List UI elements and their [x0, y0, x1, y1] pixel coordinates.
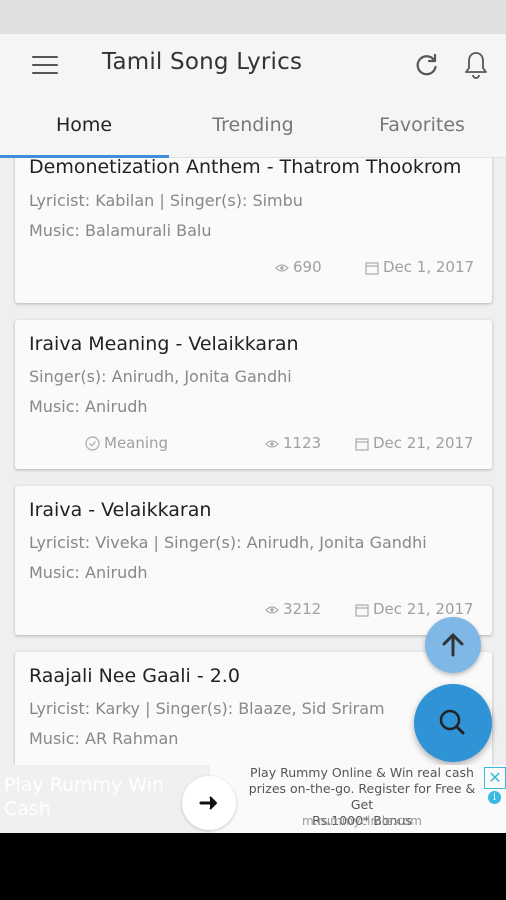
meaning-badge: Meaning — [85, 434, 168, 452]
ad-close-button[interactable]: ✕ — [484, 767, 506, 789]
publish-date: Dec 21, 2017 — [355, 600, 474, 618]
menu-icon[interactable] — [32, 56, 58, 76]
song-card[interactable]: Demonetization Anthem - Thatrom Thookrom… — [15, 158, 492, 303]
song-list[interactable]: Demonetization Anthem - Thatrom Thookrom… — [0, 158, 506, 765]
app-bar: Tamil Song Lyrics — [0, 34, 506, 98]
ad-banner[interactable]: Play Rummy Win Cash Play Rummy Online & … — [0, 765, 506, 833]
tab-home[interactable]: Home — [0, 114, 168, 136]
view-count: 690 — [275, 258, 322, 276]
refresh-icon[interactable] — [414, 52, 440, 78]
calendar-icon — [355, 603, 369, 617]
song-music: Music: Balamurali Balu — [29, 221, 212, 240]
song-title[interactable]: Raajali Nee Gaali - 2.0 — [29, 665, 240, 687]
ad-cta-button[interactable] — [182, 776, 236, 830]
tab-bar: Home Trending Favorites — [0, 98, 506, 158]
publish-date: Dec 1, 2017 — [365, 258, 474, 276]
arrow-up-icon — [442, 633, 464, 657]
calendar-icon — [365, 261, 379, 275]
check-circle-icon — [85, 436, 100, 451]
song-credits: Singer(s): Anirudh, Jonita Gandhi — [29, 367, 292, 386]
status-bar — [0, 0, 506, 34]
eye-icon — [265, 439, 279, 448]
search-icon — [439, 709, 465, 735]
song-title[interactable]: Demonetization Anthem - Thatrom Thookrom — [29, 158, 461, 178]
song-credits: Lyricist: Kabilan | Singer(s): Simbu — [29, 191, 303, 210]
search-button[interactable] — [414, 684, 492, 762]
ad-info-icon[interactable]: i — [488, 791, 501, 804]
song-credits: Lyricist: Viveka | Singer(s): Anirudh, J… — [29, 533, 427, 552]
song-credits: Lyricist: Karky | Singer(s): Blaaze, Sid… — [29, 699, 385, 718]
song-title[interactable]: Iraiva - Velaikkaran — [29, 499, 211, 521]
app-title: Tamil Song Lyrics — [102, 49, 303, 75]
song-music: Music: AR Rahman — [29, 729, 179, 748]
view-count: 1123 — [265, 434, 321, 452]
tab-trending[interactable]: Trending — [169, 114, 337, 136]
eye-icon — [275, 263, 289, 272]
song-card[interactable]: Iraiva Meaning - Velaikkaran Singer(s): … — [15, 320, 492, 469]
ad-image[interactable]: Play Rummy Win Cash — [0, 765, 210, 833]
song-card[interactable]: Iraiva - Velaikkaran Lyricist: Viveka | … — [15, 486, 492, 635]
ad-headline: Play Rummy Win Cash — [4, 774, 165, 820]
tab-favorites[interactable]: Favorites — [338, 114, 506, 136]
arrow-right-icon — [199, 796, 217, 810]
calendar-icon — [355, 437, 369, 451]
bell-icon[interactable] — [462, 50, 490, 80]
view-count: 3212 — [265, 600, 321, 618]
song-music: Music: Anirudh — [29, 397, 148, 416]
ad-url[interactable]: m.rummycircle.com — [238, 814, 486, 828]
publish-date: Dec 21, 2017 — [355, 434, 474, 452]
scroll-top-button[interactable] — [425, 617, 481, 673]
eye-icon — [265, 605, 279, 614]
system-nav-bar — [0, 833, 506, 900]
song-title[interactable]: Iraiva Meaning - Velaikkaran — [29, 333, 299, 355]
song-music: Music: Anirudh — [29, 563, 148, 582]
